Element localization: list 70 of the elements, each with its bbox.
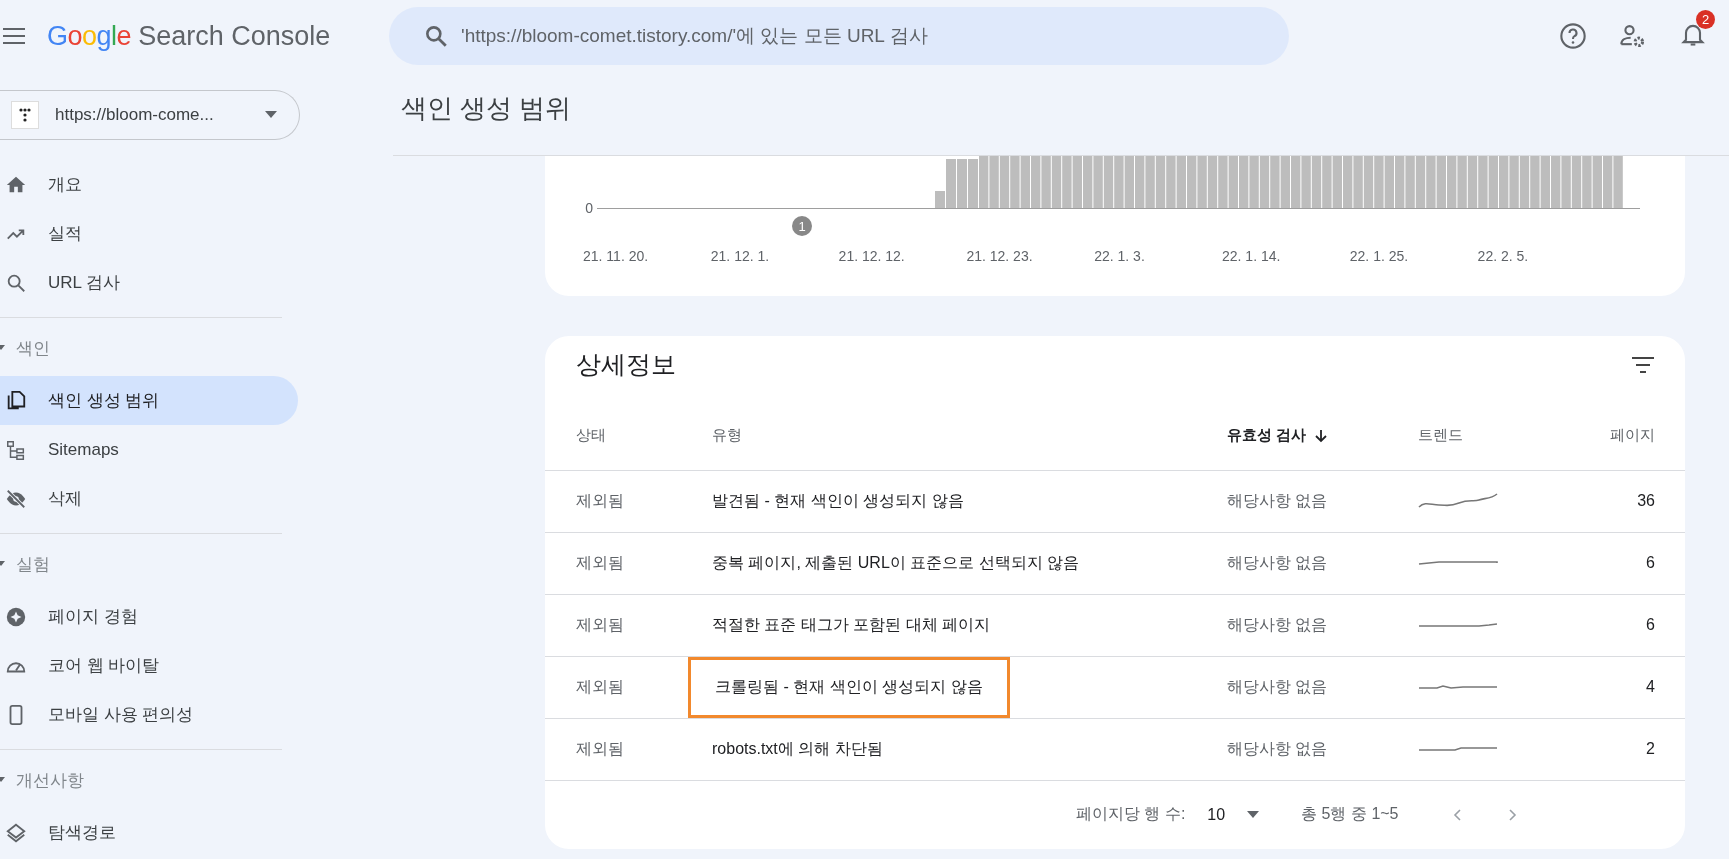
sidebar-item[interactable]: 페이지 경험 [0, 592, 298, 641]
caret-icon[interactable] [265, 111, 277, 119]
x-tick-label: 22. 1. 3. [1094, 248, 1145, 264]
notification-badge: 2 [1696, 10, 1715, 29]
sort-arrow-icon[interactable] [1314, 428, 1329, 443]
sidebar-item[interactable]: URL 검사 [0, 258, 298, 307]
search-icon[interactable] [423, 23, 449, 49]
eye-off-icon [5, 487, 27, 510]
column-header[interactable]: 페이지 [1610, 426, 1655, 446]
pages-cell: 36 [1637, 492, 1655, 511]
user-settings-icon[interactable] [1619, 22, 1647, 50]
sidebar-item[interactable]: 삭제 [0, 474, 298, 523]
status-cell-text: 제외됨 [576, 490, 624, 511]
pages-cell: 6 [1646, 616, 1655, 635]
y-tick-label: 0 [585, 200, 593, 216]
brand-logo: Google [47, 20, 132, 52]
rows-per-page-label: 페이지당 행 수: [1076, 804, 1186, 825]
sidebar-item[interactable]: 실적 [0, 209, 298, 258]
column-header[interactable]: 유효성 검사 [1227, 426, 1307, 446]
filter-icon[interactable] [1631, 355, 1655, 374]
type-cell[interactable]: 크롤링됨 - 현재 색인이 생성되지 않음 [688, 656, 1010, 718]
type-cell[interactable]: robots.txt에 의해 차단됨 [688, 721, 907, 777]
page-range: 총 5행 중 1~5 [1301, 804, 1399, 825]
help-icon[interactable] [1559, 22, 1587, 50]
validation-cell-text: 해당사항 없음 [1227, 490, 1328, 511]
type-cell[interactable]: 중복 페이지, 제출된 URL이 표준으로 선택되지 않음 [688, 535, 1104, 591]
type-cell[interactable]: 적절한 표준 태그가 포함된 대체 페이지 [688, 597, 1015, 653]
validation-cell-text: 해당사항 없음 [1227, 614, 1328, 635]
sidebar-item[interactable]: 모바일 사용 편의성 [0, 690, 298, 739]
pages-icon [5, 389, 27, 412]
annotation-number: 1 [798, 219, 806, 234]
type-cell[interactable]: 발견됨 - 현재 색인이 생성되지 않음 [688, 473, 988, 529]
rows-per-page-value[interactable]: 10 [1207, 805, 1226, 824]
caret-icon[interactable] [1247, 810, 1260, 819]
x-tick-label: 22. 1. 25. [1349, 248, 1409, 264]
sidebar-item[interactable]: 색인 생성 범위 [0, 376, 298, 425]
status-cell-text: 제외됨 [576, 614, 624, 635]
layers-icon [5, 821, 27, 844]
search-field[interactable]: 'https://bloom-comet.tistory.com/'에 있는 모든 URL 검사 [459, 24, 1263, 48]
card-title: 상세정보 [576, 349, 676, 381]
page-title: 색인 생성 범위 [401, 92, 572, 125]
menu-icon[interactable] [3, 27, 25, 45]
validation-cell-text: 해당사항 없음 [1227, 676, 1328, 697]
x-tick-label: 21. 12. 23. [966, 248, 1033, 264]
search-bar[interactable]: 'https://bloom-comet.tistory.com/'에 있는 모든 URL 검사 [389, 7, 1289, 65]
status-cell-text: 제외됨 [576, 738, 624, 759]
x-tick-label: 21. 12. 12. [838, 248, 905, 264]
sidebar-item[interactable]: Sitemaps [0, 425, 298, 474]
pages-cell: 4 [1646, 678, 1655, 697]
sidebar-item[interactable]: 코어 웹 바이탈 [0, 641, 298, 690]
validation-cell-text: 해당사항 없음 [1227, 738, 1328, 759]
status-cell-text: 제외됨 [576, 552, 624, 573]
column-header[interactable]: 유형 [712, 426, 742, 446]
sidebar-item[interactable]: 개요 [0, 160, 298, 209]
sitemap-icon [5, 438, 27, 461]
column-header[interactable]: 상태 [576, 426, 606, 446]
x-tick-label: 21. 11. 20. [583, 248, 649, 264]
annotation-marker[interactable] [792, 216, 812, 236]
validation-cell-text: 해당사항 없음 [1227, 552, 1328, 573]
status-cell-text: 제외됨 [576, 676, 624, 697]
product-name: Search Console [138, 20, 331, 52]
column-header[interactable]: 트렌드 [1418, 426, 1463, 446]
sidebar-item[interactable]: 탐색경로 [0, 808, 298, 857]
pages-cell: 2 [1646, 740, 1655, 759]
x-tick-label: 22. 1. 14. [1222, 248, 1281, 264]
site-favicon [11, 101, 39, 129]
star-circle-icon [5, 605, 27, 628]
x-tick-label: 22. 2. 5. [1477, 248, 1529, 264]
x-tick-label: 21. 12. 1. [710, 248, 770, 264]
pages-cell: 6 [1646, 554, 1655, 573]
